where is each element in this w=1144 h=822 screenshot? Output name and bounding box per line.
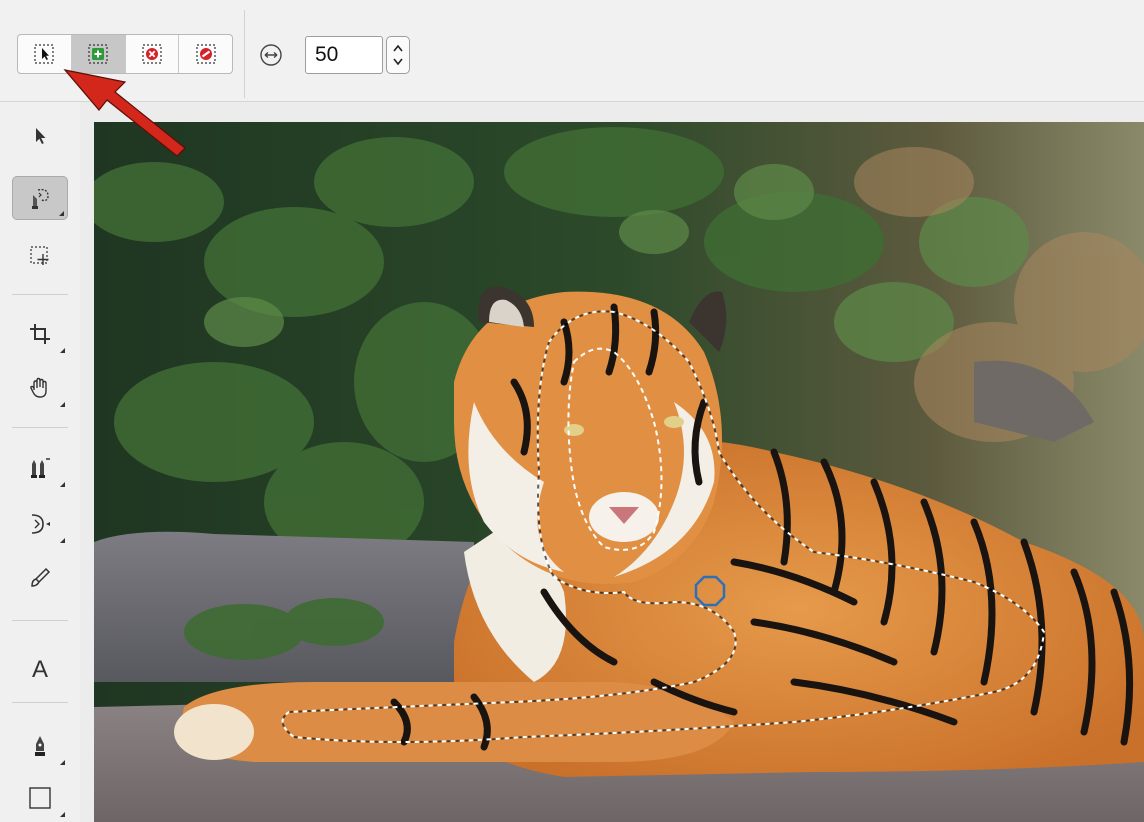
brush-tool-button[interactable] — [12, 556, 68, 600]
add-selection-button[interactable] — [71, 35, 126, 73]
hand-pan-icon — [30, 377, 47, 398]
crop-tool-button[interactable] — [12, 312, 68, 356]
hand-tool-button[interactable] — [12, 366, 68, 410]
selection-brush-tool-button[interactable] — [12, 176, 68, 220]
flyout-indicator — [60, 812, 65, 817]
rectangle-shape-icon — [29, 787, 51, 809]
intersect-selection-button[interactable] — [179, 35, 232, 73]
intersect-selection-icon — [196, 44, 216, 64]
brush-width-input[interactable] — [305, 36, 383, 74]
text-tool-button[interactable]: A — [12, 648, 68, 692]
toolbox: A — [0, 102, 80, 822]
clone-tool-button[interactable] — [12, 446, 68, 490]
clone-stamp-icon — [31, 458, 50, 478]
flyout-indicator — [60, 538, 65, 543]
crop-icon — [30, 324, 50, 344]
selection-mode-group — [17, 34, 233, 74]
move-arrow-icon — [36, 128, 46, 144]
tool-divider — [12, 620, 68, 621]
flyout-indicator — [59, 211, 64, 216]
new-selection-button[interactable] — [18, 35, 72, 73]
pen-node-icon — [31, 514, 50, 534]
text-tool-label: A — [31, 656, 48, 683]
move-tool-button[interactable] — [12, 114, 68, 158]
tool-divider — [12, 427, 68, 428]
marquee-tool-button[interactable] — [12, 234, 68, 278]
stepper-arrows-icon — [393, 44, 403, 66]
brush-width-stepper[interactable] — [386, 36, 410, 74]
flyout-indicator — [60, 402, 65, 407]
tool-divider — [12, 294, 68, 295]
subtract-selection-button[interactable] — [126, 35, 180, 73]
pen-node-tool-button[interactable] — [12, 502, 68, 546]
add-selection-icon — [88, 44, 108, 64]
flyout-indicator — [60, 760, 65, 765]
shape-tool-button[interactable] — [12, 776, 68, 820]
tool-divider — [12, 702, 68, 703]
selection-brush-icon — [32, 188, 49, 209]
tiger-photo[interactable] — [94, 122, 1144, 822]
context-toolbar — [0, 0, 1144, 102]
pen-tool-icon — [35, 736, 45, 756]
flyout-indicator — [60, 482, 65, 487]
subtract-selection-icon — [142, 44, 162, 64]
flyout-indicator — [60, 348, 65, 353]
toolbar-divider — [244, 10, 245, 98]
marquee-selection-icon — [30, 246, 49, 265]
pen-tool-button[interactable] — [12, 724, 68, 768]
new-selection-icon — [34, 44, 54, 64]
width-arrows-icon — [260, 44, 282, 66]
document-canvas[interactable] — [80, 102, 1144, 822]
paint-brush-icon — [31, 567, 51, 587]
